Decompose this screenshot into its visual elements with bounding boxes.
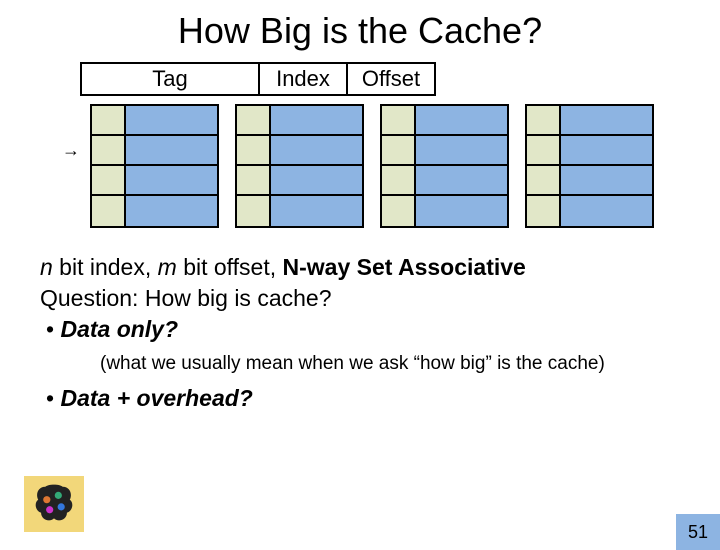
bullet-text: Data + overhead?: [60, 385, 252, 411]
bullet-data-only: • Data only?: [46, 314, 680, 345]
text-span: bit offset,: [177, 254, 283, 280]
cache-data-column: [414, 104, 509, 228]
page-number: 51: [676, 514, 720, 550]
address-breakdown: Tag Index Offset: [80, 62, 720, 96]
cache-tag-column: [90, 104, 126, 228]
addr-index-cell: Index: [258, 62, 348, 96]
cache-way: [235, 104, 364, 228]
brain-icon: [24, 476, 84, 532]
cache-data-column: [559, 104, 654, 228]
cache-way: [525, 104, 654, 228]
bullet-marker: •: [46, 316, 60, 342]
addr-tag-cell: Tag: [80, 62, 260, 96]
body-text: n bit index, m bit offset, N-way Set Ass…: [40, 252, 680, 414]
addr-offset-cell: Offset: [346, 62, 436, 96]
text-span: bit index,: [53, 254, 158, 280]
var-n: n: [40, 254, 53, 280]
cache-tag-column: [235, 104, 271, 228]
cache-data-column: [124, 104, 219, 228]
bullet-text: Data only?: [60, 316, 178, 342]
cache-tag-column: [525, 104, 561, 228]
line-question: Question: How big is cache?: [40, 283, 680, 314]
cache-diagram: →: [90, 104, 720, 234]
slide-title: How Big is the Cache?: [0, 10, 720, 52]
var-m: m: [158, 254, 177, 280]
index-arrow-icon: →: [62, 140, 80, 161]
bullet-marker: •: [46, 385, 60, 411]
cache-way: [380, 104, 509, 228]
cache-data-column: [269, 104, 364, 228]
parenthetical: (what we usually mean when we ask “how b…: [100, 351, 680, 377]
bullet-data-overhead: • Data + overhead?: [46, 383, 680, 414]
cache-way: [90, 104, 219, 228]
cache-tag-column: [380, 104, 416, 228]
line-index-offset: n bit index, m bit offset, N-way Set Ass…: [40, 252, 680, 283]
text-nway: N-way Set Associative: [283, 254, 526, 280]
